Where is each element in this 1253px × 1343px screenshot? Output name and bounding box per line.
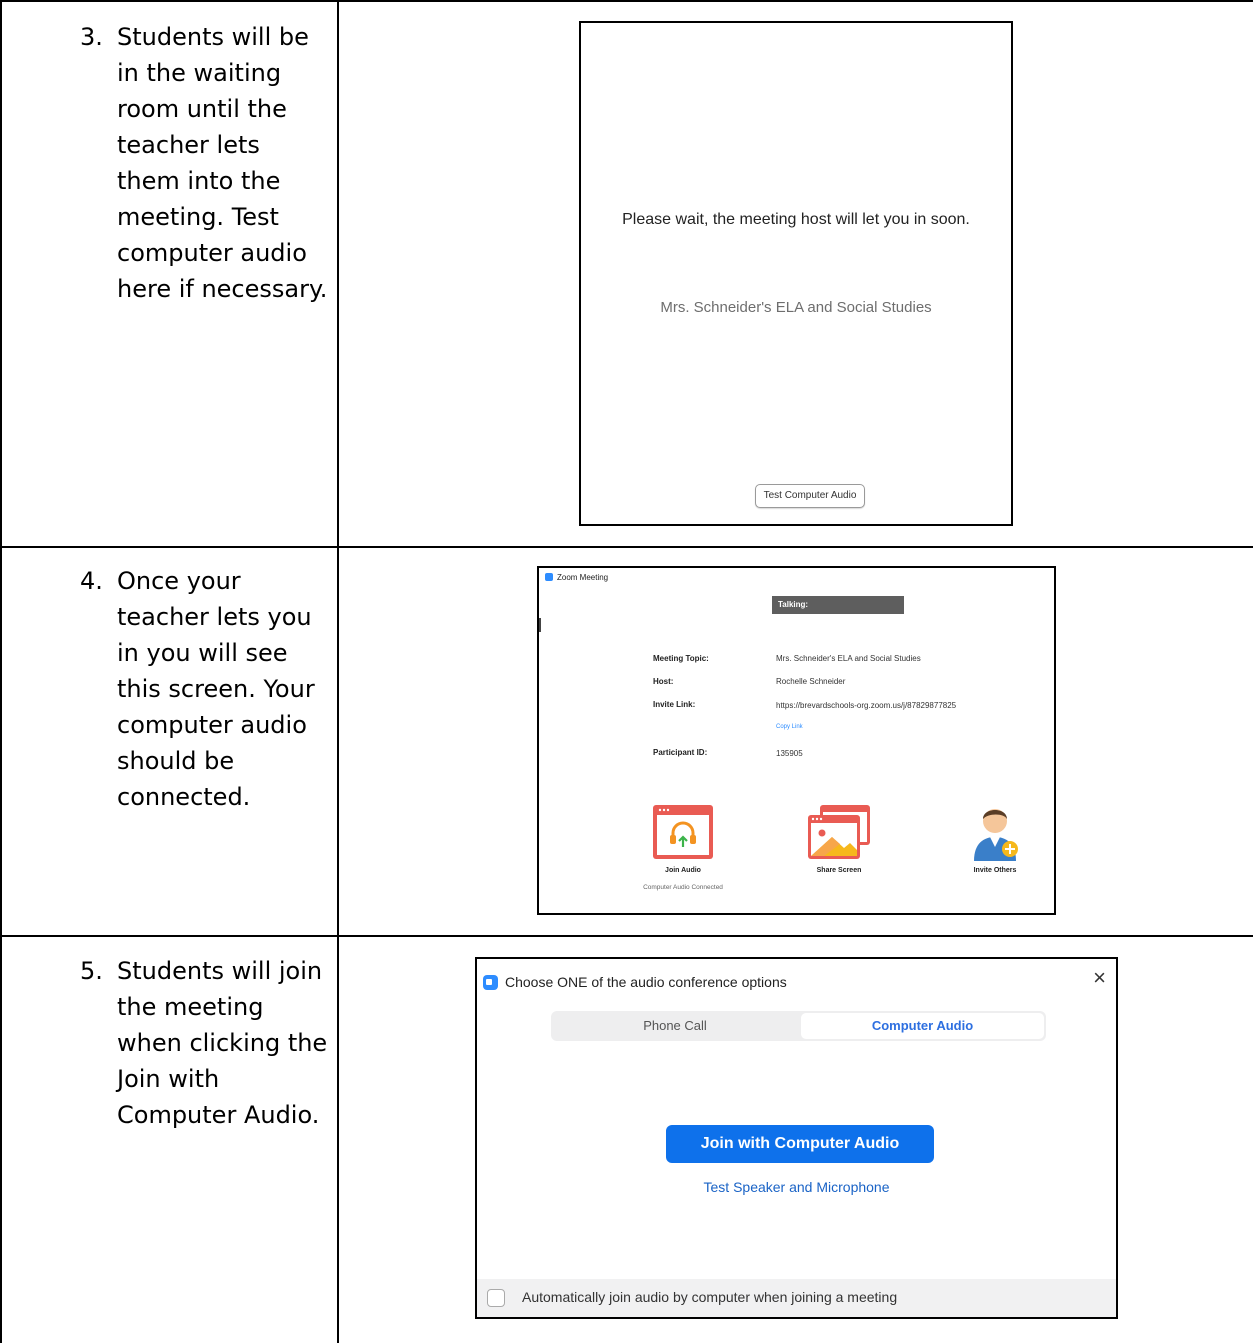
field-value-host: Rochelle Schneider <box>776 677 846 686</box>
audio-tabs: Phone Call Computer Audio <box>551 1011 1046 1041</box>
dialog-title: Choose ONE of the audio conference optio… <box>505 974 787 990</box>
step-number: 3. <box>80 23 103 51</box>
waiting-message: Please wait, the meeting host will let y… <box>622 211 970 228</box>
step-text: Students will join the meeting when clic… <box>117 957 328 1129</box>
tab-computer-audio[interactable]: Computer Audio <box>801 1013 1044 1039</box>
window-edge <box>539 618 541 632</box>
join-audio-label: Join Audio <box>665 867 701 874</box>
invite-person-icon <box>974 809 1018 861</box>
step-number: 4. <box>80 567 103 595</box>
step-text: Students will be in the waiting room unt… <box>117 23 328 303</box>
close-icon[interactable]: × <box>1093 967 1106 989</box>
share-screen-icon <box>808 805 870 859</box>
step-number: 5. <box>80 957 103 985</box>
join-audio-button[interactable]: Join Audio <box>643 803 723 874</box>
zoom-meeting-screenshot: Zoom Meeting Talking: Meeting Topic: Mrs… <box>537 566 1056 915</box>
window-titlebar: Zoom Meeting <box>545 573 608 582</box>
headphones-icon <box>653 805 713 859</box>
meeting-topic: Mrs. Schneider's ELA and Social Studies <box>660 299 932 316</box>
row-divider <box>0 935 1253 937</box>
field-label-topic: Meeting Topic: <box>653 654 709 663</box>
tab-phone-call[interactable]: Phone Call <box>551 1011 799 1041</box>
dialog-footer: Automatically join audio by computer whe… <box>477 1279 1116 1317</box>
table-border-left <box>0 0 2 1343</box>
test-speaker-microphone-link[interactable]: Test Speaker and Microphone <box>477 1179 1116 1195</box>
copy-link[interactable]: Copy Link <box>776 724 803 730</box>
row-divider <box>0 546 1253 548</box>
zoom-logo-icon <box>483 975 498 990</box>
auto-join-label[interactable]: Automatically join audio by computer whe… <box>522 1289 897 1305</box>
field-value-invite-link[interactable]: https://brevardschools-org.zoom.us/j/878… <box>776 701 956 710</box>
invite-others-label: Invite Others <box>973 867 1017 874</box>
field-value-participant-id: 135905 <box>776 749 803 758</box>
talking-indicator: Talking: <box>772 596 904 614</box>
auto-join-checkbox[interactable] <box>487 1289 505 1307</box>
zoom-logo-icon <box>545 573 553 581</box>
field-value-topic: Mrs. Schneider's ELA and Social Studies <box>776 654 921 663</box>
field-label-participant: Participant ID: <box>653 748 708 757</box>
field-label-invite: Invite Link: <box>653 700 696 709</box>
share-screen-label: Share Screen <box>816 867 862 874</box>
audio-options-dialog: Choose ONE of the audio conference optio… <box>475 957 1118 1319</box>
invite-others-button[interactable]: Invite Others <box>955 803 1035 874</box>
table-border-top <box>0 0 1253 2</box>
step-text: Once your teacher lets you in you will s… <box>117 567 315 811</box>
join-with-computer-audio-button[interactable]: Join with Computer Audio <box>666 1125 934 1163</box>
test-computer-audio-button[interactable]: Test Computer Audio <box>755 484 865 508</box>
share-screen-button[interactable]: Share Screen <box>799 803 879 874</box>
field-label-host: Host: <box>653 677 674 686</box>
column-divider <box>337 0 339 1343</box>
window-title: Zoom Meeting <box>557 573 609 582</box>
waiting-room-screenshot: Please wait, the meeting host will let y… <box>579 21 1013 526</box>
audio-status: Computer Audio Connected <box>643 884 723 891</box>
